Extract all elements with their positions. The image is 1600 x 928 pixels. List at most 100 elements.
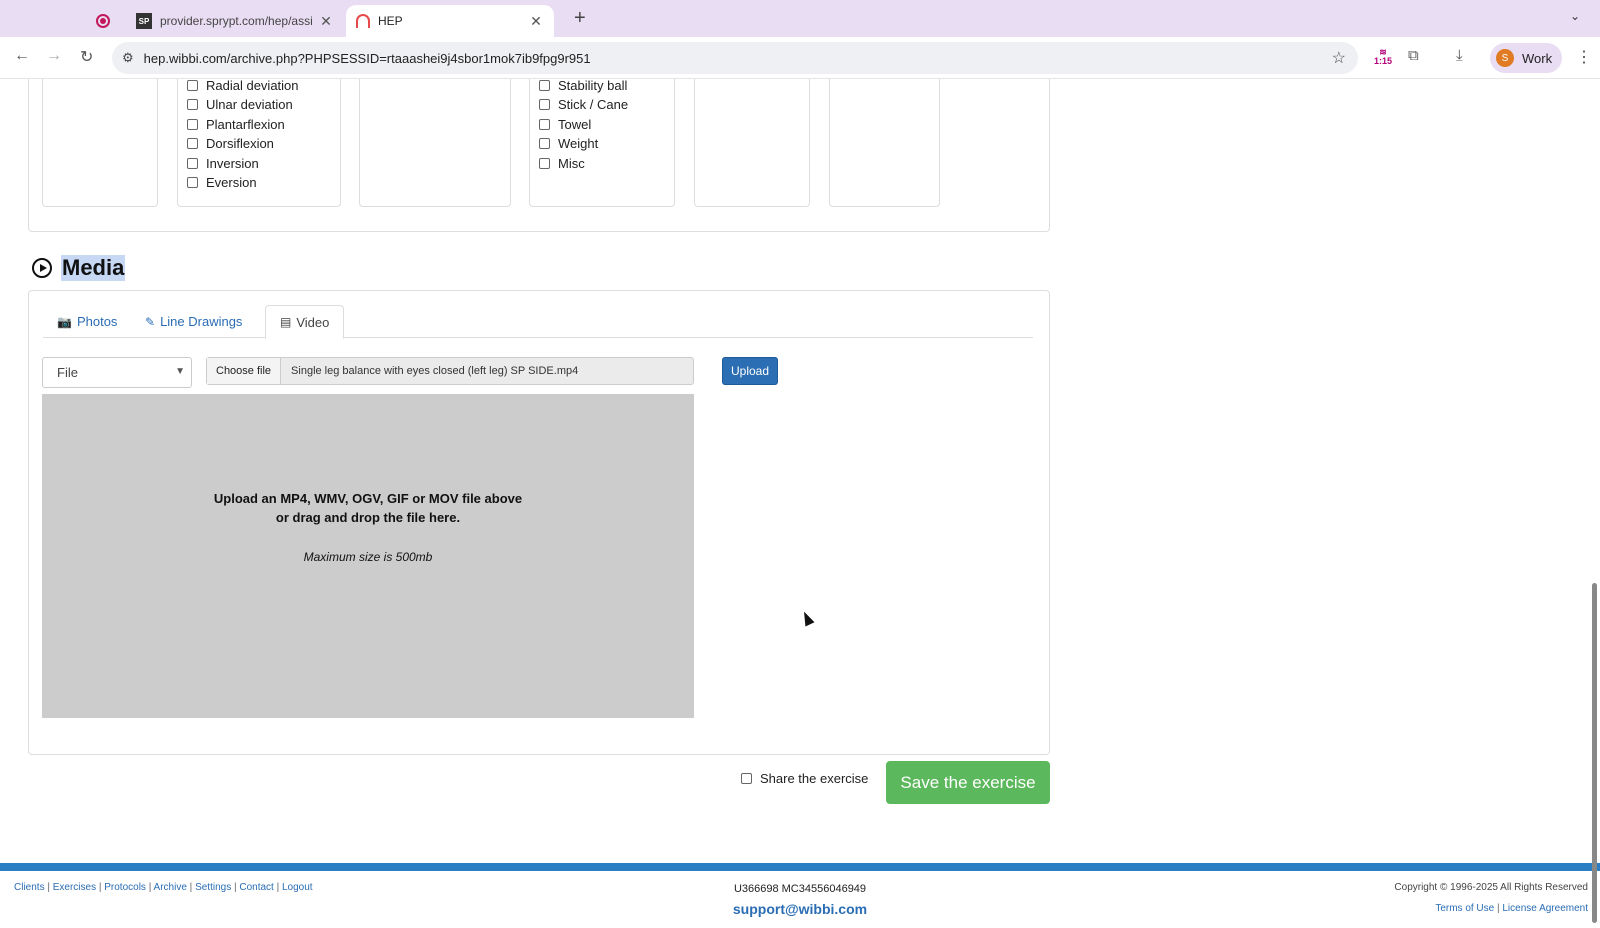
back-icon[interactable]: ← [14,47,30,65]
checkbox[interactable] [187,119,198,130]
edit-icon: ✎ [145,314,156,329]
filter-label: Weight [558,136,599,151]
tab-line-drawings[interactable]: ✎ Line Drawings [131,305,256,338]
filter-label: Plantarflexion [206,117,285,132]
filter-radial-deviation[interactable]: Radial deviation [187,76,299,95]
chevron-down-icon: ▼ [175,366,185,377]
share-exercise-toggle[interactable]: Share the exercise [741,771,868,786]
forward-icon[interactable]: → [46,47,62,65]
license-agreement-link[interactable]: License Agreement [1502,903,1588,914]
filter-label: Misc [558,156,585,171]
browser-tab-bar: SP provider.sprypt.com/hep/assi ✕ HEP ✕ … [0,0,1600,37]
checkbox[interactable] [187,80,198,91]
share-checkbox[interactable] [741,773,752,784]
tab-search-chevron-icon[interactable]: ⌄ [1570,9,1580,23]
filter-label: Radial deviation [206,78,299,93]
recording-tab[interactable] [84,5,124,37]
extension-timer-icon[interactable]: ≋ 1:15 [1374,48,1392,66]
dropzone-max-size: Maximum size is 500mb [303,550,433,564]
checkbox[interactable] [539,99,550,110]
new-tab-icon[interactable]: + [574,7,586,30]
tab-title: provider.sprypt.com/hep/assi [160,14,313,28]
share-label: Share the exercise [760,771,869,786]
filter-label: Stability ball [558,78,628,93]
filter-towel[interactable]: Towel [539,115,591,134]
site-info-icon[interactable]: ⚙ [122,50,134,66]
dropzone-instructions-2: or drag and drop the file here. [275,510,461,525]
file-input[interactable]: Choose file Single leg balance with eyes… [206,357,694,385]
save-exercise-button[interactable]: Save the exercise [886,761,1050,804]
close-tab-icon[interactable]: ✕ [318,13,334,30]
sprypt-favicon-icon: SP [136,13,152,29]
avatar: S [1496,49,1514,67]
tab-photos[interactable]: 📷 Photos [43,305,131,338]
extensions-puzzle-icon[interactable]: ⧉ [1408,47,1419,64]
upload-button[interactable]: Upload [722,357,778,385]
profile-button[interactable]: S Work [1490,43,1562,73]
filter-label: Eversion [206,175,257,190]
footer: Clients | Exercises | Protocols | Archiv… [0,871,1600,928]
choose-file-button[interactable]: Choose file [207,358,282,384]
filter-stability-ball[interactable]: Stability ball [539,76,627,95]
filter-label: Dorsiflexion [206,136,274,151]
tab-label: Video [296,314,330,330]
filter-label: Stick / Cane [558,97,629,112]
film-icon: ▤ [280,315,292,329]
tab-video[interactable]: ▤ Video [265,305,345,339]
media-tabs: 📷 Photos ✎ Line Drawings ▤ Video [43,305,1033,339]
filter-label: Towel [558,117,592,132]
filter-column [694,79,810,207]
filter-column [829,79,940,207]
filter-label: Inversion [206,156,259,171]
video-dropzone[interactable]: Upload an MP4, WMV, OGV, GIF or MOV file… [42,394,694,718]
checkbox[interactable] [539,119,550,130]
checkbox[interactable] [539,158,550,169]
play-circle-icon [32,258,52,278]
browser-toolbar: ← → ↻ ⚙ hep.wibbi.com/archive.php?PHPSES… [0,37,1600,79]
section-title: Media [61,255,126,281]
bookmark-star-icon[interactable]: ☆ [1332,48,1346,68]
filter-column [42,79,158,207]
selected-file-name: Single leg balance with eyes closed (lef… [291,365,579,377]
dropzone-instructions: Upload an MP4, WMV, OGV, GIF or MOV file… [213,491,523,506]
checkbox[interactable] [187,99,198,110]
legal-links: Terms of Use | License Agreement [1435,903,1588,914]
copyright: Copyright © 1996-2025 All Rights Reserve… [1394,882,1588,893]
browser-menu-icon[interactable]: ⋮ [1576,47,1592,67]
profile-name: Work [1522,50,1553,66]
filter-inversion[interactable]: Inversion [187,154,259,173]
media-source-select[interactable]: File ▼ [42,357,192,388]
checkbox[interactable] [187,177,198,188]
close-tab-icon[interactable]: ✕ [528,13,544,30]
account-codes: U366698 MC34556046949 [733,883,867,895]
terms-of-use-link[interactable]: Terms of Use [1435,903,1494,914]
select-value: File [57,365,78,380]
download-icon[interactable]: ⤓ [1456,47,1463,64]
filter-plantarflexion[interactable]: Plantarflexion [187,115,285,134]
record-icon [96,14,110,28]
filter-dorsiflexion[interactable]: Dorsiflexion [187,134,274,153]
url-text: hep.wibbi.com/archive.php?PHPSESSID=rtaa… [143,50,591,66]
filter-eversion[interactable]: Eversion [187,173,257,192]
page-scrollbar[interactable] [1592,583,1597,923]
filter-misc[interactable]: Misc [539,154,585,173]
filter-column [359,79,511,207]
support-email-link[interactable]: support@wibbi.com [0,901,1600,917]
checkbox[interactable] [539,80,550,91]
filter-ulnar-deviation[interactable]: Ulnar deviation [187,95,293,114]
filter-weight[interactable]: Weight [539,134,598,153]
checkbox[interactable] [187,158,198,169]
reload-icon[interactable]: ↻ [80,47,93,67]
camera-icon: 📷 [57,314,72,329]
tab-title: HEP [378,14,403,28]
media-section-header: Media [32,255,126,281]
address-bar[interactable]: ⚙ hep.wibbi.com/archive.php?PHPSESSID=rt… [112,42,1358,74]
checkbox[interactable] [539,138,550,149]
filter-stick-cane[interactable]: Stick / Cane [539,95,628,114]
browser-tab-sprypt[interactable]: SP provider.sprypt.com/hep/assi ✕ [128,5,342,37]
browser-tab-hep[interactable]: HEP ✕ [346,5,554,37]
extension-badge: 1:15 [1374,56,1393,66]
footer-divider [0,863,1600,871]
checkbox[interactable] [187,138,198,149]
tab-label: Line Drawings [160,314,243,329]
